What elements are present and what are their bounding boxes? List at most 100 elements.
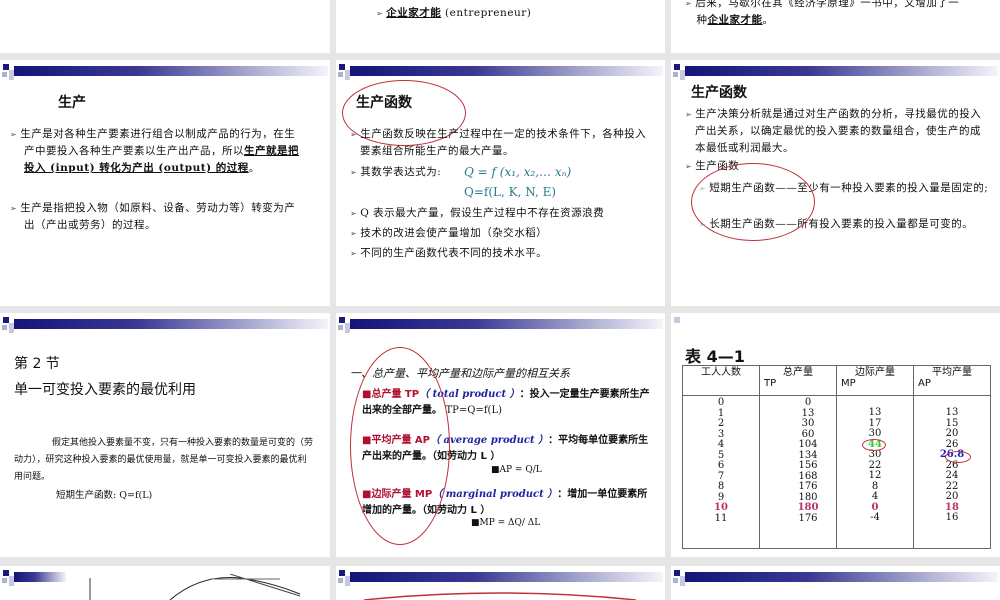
tp-cell: 156 <box>798 460 818 471</box>
bullet-arrow-icon: ➢ <box>350 229 358 238</box>
bullet: ➢ 生产是指把投入物（如原料、设备、劳动力等）转变为产出（产出或劳务）的过程。 <box>10 200 305 234</box>
chart-graphic <box>89 574 301 600</box>
column-header-label: 边际产量 <box>855 367 895 378</box>
mp-max-ellipse <box>862 439 886 451</box>
bullet-text: 。 <box>248 162 260 174</box>
bullet: ➢ 技术的改进会使产量增加（杂交水稻） <box>350 225 547 242</box>
ap-cell: 20 <box>945 491 959 502</box>
bullet-arrow-icon: ➢ <box>685 162 693 171</box>
column-header: 工人人数 <box>682 365 760 396</box>
bullet-text: 。 <box>762 14 774 26</box>
mp-column: 13 17 30 44 30 22 12 8 4 0 -4 <box>836 395 914 549</box>
bullet: ➢ 不同的生产函数代表不同的技术水平。 <box>350 245 547 262</box>
slide-thumbnail-8[interactable]: 一、总产量、平均产量和边际产量的相互关系 ■总产量 TP（ total prod… <box>336 313 665 557</box>
tp-column: 0 13 30 60 104 134 156 168 176 180 180 176 <box>759 395 837 549</box>
slide-thumbnail-1[interactable] <box>0 0 330 53</box>
tp-cell: 104 <box>798 439 818 450</box>
annotation-ellipse <box>350 347 450 545</box>
ap-cell: 16 <box>945 512 959 523</box>
slide-thumbnail-6[interactable]: 生产函数 ➢ 生产决策分析就是通过对生产函数的分析，寻找最优的投入产出关系，以确定… <box>671 60 1000 306</box>
slide-thumbnail-10[interactable] <box>0 566 330 600</box>
section-heading: 第 2 节 <box>14 356 60 372</box>
mp-cell: 13 <box>868 407 882 418</box>
bullet-arrow-icon: ➢ <box>10 204 18 213</box>
bullet-text: 后来，马歇尔在其《经济学原理》一书中，又增加了一 <box>695 0 960 9</box>
tp-cell: 176 <box>798 481 818 492</box>
bullet-text: Q 表示最大产量，假设生产过程中不存在资源浪费 <box>360 207 605 219</box>
bullet: ➢ 后来，马歇尔在其《经济学原理》一书中，又增加了一 种企业家才能。 <box>685 0 995 29</box>
column-header-label: 工人人数 <box>701 367 741 378</box>
slide-thumbnail-11[interactable] <box>336 566 665 600</box>
formula: Q = f (x₁, x₂,… xₙ) <box>464 165 572 179</box>
bullet-arrow-icon: ➢ <box>685 110 693 119</box>
bullet-text: 生产是指把投入物（如原料、设备、劳动力等）转变为产出（产出或劳务）的过程。 <box>20 202 296 231</box>
column-header-label: 平均产量 <box>932 367 972 378</box>
column-header-abbr: MP <box>841 377 856 389</box>
mp-formula: ■MP = ΔQ/ ΔL <box>471 518 541 528</box>
table-title: 表 4—1 <box>685 347 745 366</box>
slide-thumbnail-4[interactable]: 生产 ➢ 生产是对各种生产要素进行组合以制成产品的行为，在生产中要投入各种生产要素… <box>0 60 330 306</box>
slide-title: 生产 <box>58 95 86 111</box>
bullet-text: 不同的生产函数代表不同的技术水平。 <box>360 247 548 259</box>
mp-cell: -4 <box>870 512 880 523</box>
slide-title: 生产函数 <box>356 95 412 111</box>
slide-thumbnail-7[interactable]: 第 2 节 单一可变投入要素的最优利用 假定其他投入要素量不变，只有一种投入要素… <box>0 313 330 557</box>
bullet: ➢ Q 表示最大产量，假设生产过程中不存在资源浪费 <box>350 205 604 222</box>
column-header: 边际产量 MP <box>836 365 914 396</box>
tp-cell: 30 <box>801 418 815 429</box>
ap-column: 13 15 20 26 26.8 26 24 22 20 18 16 <box>913 395 991 549</box>
workers-cell: 10 <box>714 502 728 513</box>
bullet-arrow-icon: ➢ <box>350 130 358 139</box>
slide-thumbnail-5[interactable]: 生产函数 ➢ 生产函数反映在生产过程中在一定的技术条件下，各种投入要素组合所能生产… <box>336 60 665 306</box>
bullet: ➢ 生产决策分析就是通过对生产函数的分析，寻找最优的投入产出关系，以确定最优的投入… <box>685 106 985 157</box>
bullet: ➢ 其数学表达式为: <box>350 164 441 181</box>
bullet: ➢ 生产函数反映在生产过程中在一定的技术条件下，各种投入要素组合所能生产的最大产量… <box>350 126 650 160</box>
slide-thumbnail-3[interactable]: ➢ 后来，马歇尔在其《经济学原理》一书中，又增加了一 种企业家才能。 <box>671 0 1000 53</box>
slide-title: 单一可变投入要素的最优利用 <box>14 382 196 398</box>
bullet-arrow-icon: ➢ <box>685 0 693 8</box>
mp-cell: 30 <box>868 449 882 460</box>
slide-thumbnail-12[interactable] <box>671 566 1000 600</box>
tp-cell: 0 <box>804 397 812 408</box>
term-formula: TP=Q=f(L) <box>445 405 502 416</box>
annotation-ellipse <box>691 163 815 241</box>
slide-thumbnail-2[interactable]: ➢ 企业家才能 (entrepreneur) <box>336 0 665 53</box>
ap-max-ellipse <box>945 451 971 463</box>
bullet: ➢ 生产是对各种生产要素进行组合以制成产品的行为，在生产中要投入各种生产要素以生产… <box>10 126 305 177</box>
workers-column: 0 1 2 3 4 5 6 7 8 9 10 11 <box>682 395 760 549</box>
header-bar <box>685 66 998 76</box>
header-bar <box>14 319 328 329</box>
ap-formula: ■AP = Q/L <box>491 465 542 475</box>
bullet-arrow-icon: ➢ <box>350 209 358 218</box>
header-bar <box>350 66 663 76</box>
header-bar <box>14 66 328 76</box>
bullet-arrow-icon: ➢ <box>350 249 358 258</box>
ap-cell: 13 <box>945 407 959 418</box>
formula: Q=f(L, K, N, E) <box>464 185 557 199</box>
workers-cell: 8 <box>717 481 725 492</box>
workers-cell: 11 <box>714 512 728 524</box>
slide-title: 生产函数 <box>691 85 747 101</box>
mp-cell: 4 <box>871 491 879 502</box>
ap-cell: 24 <box>945 470 959 481</box>
bullet-suffix: (entrepreneur) <box>441 7 532 19</box>
tp-cell: 180 <box>797 502 819 513</box>
column-header-abbr: TP <box>764 377 777 389</box>
column-header-abbr: AP <box>918 377 931 389</box>
header-bar <box>350 319 663 329</box>
paragraph: 假定其他投入要素量不变，只有一种投入要素的数量是可变的（劳动力），研究这种投入要… <box>14 438 314 482</box>
column-header: 平均产量 AP <box>913 365 991 396</box>
workers-cell: 6 <box>717 460 725 471</box>
bullet-text: 生产决策分析就是通过对生产函数的分析，寻找最优的投入产出关系，以确定最优的投入要… <box>695 108 982 154</box>
term-english: （ marginal product ） <box>432 489 558 500</box>
bullet-keyword: 企业家才能 <box>386 7 442 19</box>
mp-cell: 12 <box>868 470 882 481</box>
bullet-arrow-icon: ➢ <box>10 130 18 139</box>
annotation-ellipse <box>363 592 637 600</box>
bullet: ➢ 企业家才能 (entrepreneur) <box>376 5 531 22</box>
tp-cell: 176 <box>798 512 818 524</box>
column-header-label: 总产量 <box>783 367 813 378</box>
short-run-function: 短期生产函数: Q=f(L) <box>56 490 153 501</box>
header-bar <box>350 572 663 582</box>
slide-thumbnail-9[interactable]: 表 4—1 工人人数 总产量 TP 边际产量 MP 平均产量 AP 012345678… <box>671 313 1000 557</box>
